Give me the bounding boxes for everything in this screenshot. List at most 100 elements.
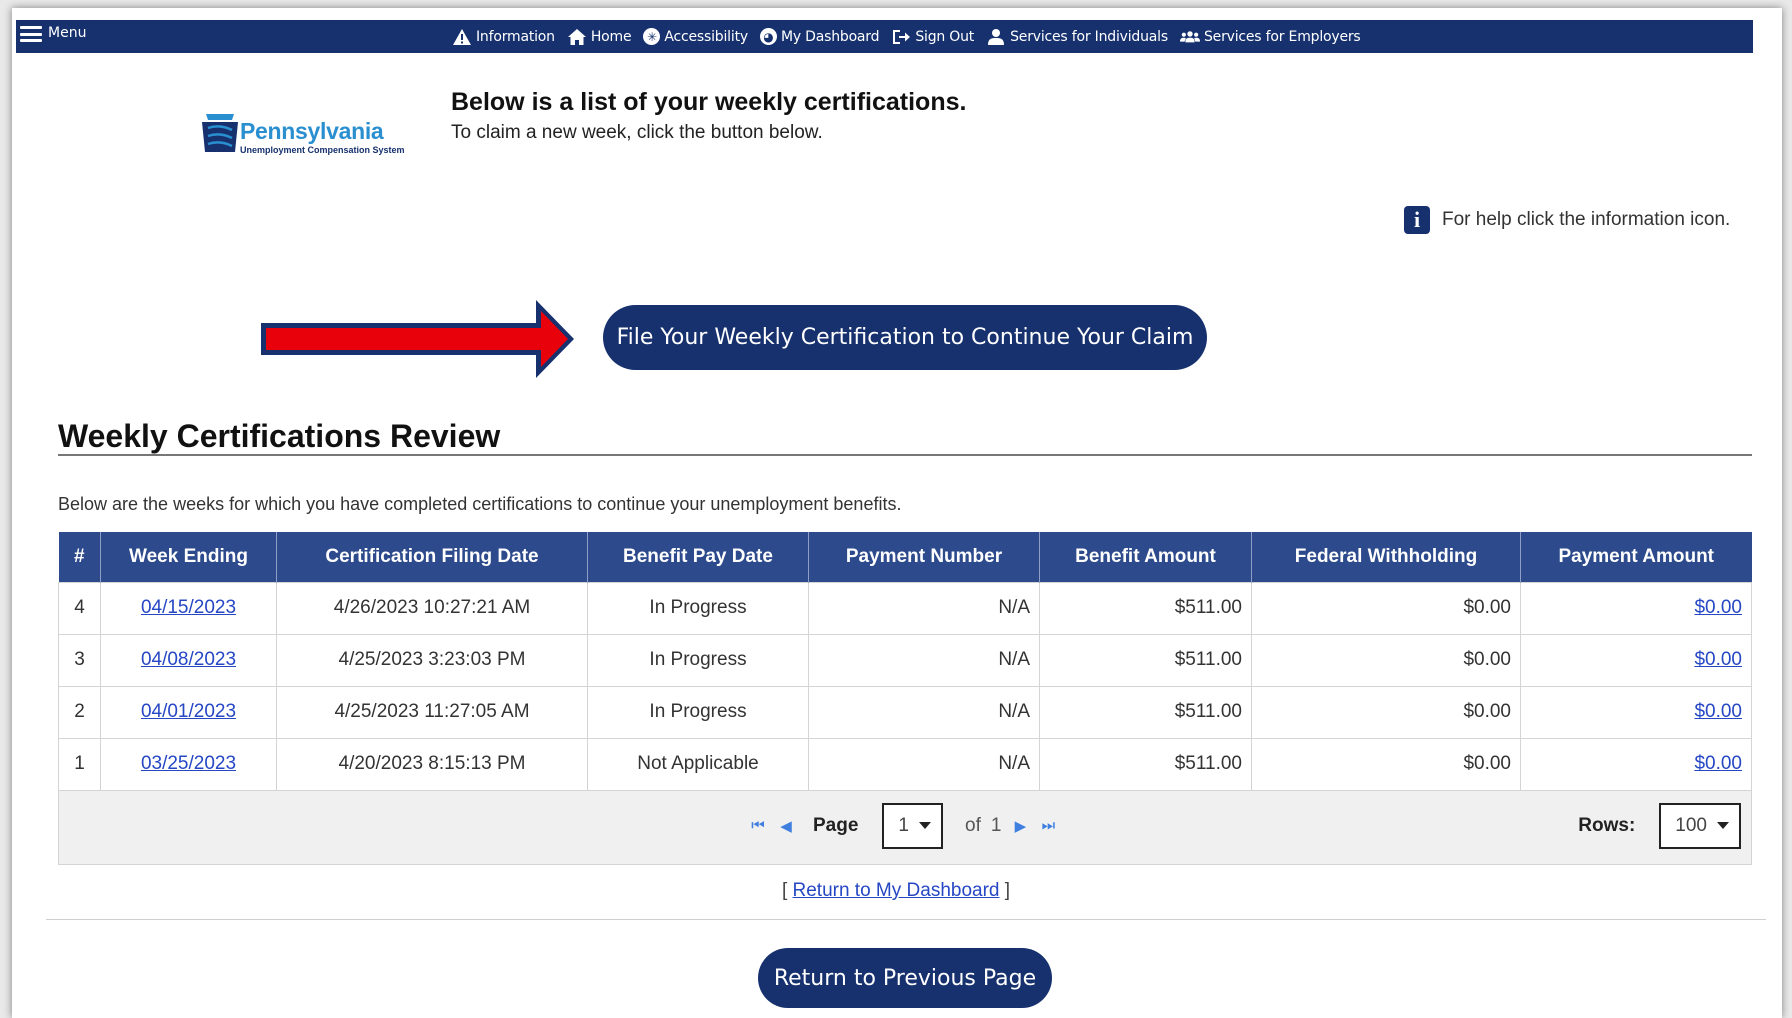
column-header[interactable]: Benefit Pay Date bbox=[587, 532, 809, 582]
pennsylvania-logo: Pennsylvania Unemployment Compensation S… bbox=[200, 108, 415, 158]
table-row: 4 04/15/2023 4/26/2023 10:27:21 AM In Pr… bbox=[58, 581, 1752, 635]
page-label: Page bbox=[813, 814, 859, 836]
keystone-logo-icon bbox=[202, 114, 238, 152]
column-header[interactable]: Week Ending bbox=[100, 532, 277, 582]
accessibility-icon: ✳ bbox=[643, 28, 661, 45]
federal-withholding-cell: $0.00 bbox=[1251, 633, 1521, 687]
menu-label: Menu bbox=[48, 25, 87, 41]
benefit-amount-cell: $511.00 bbox=[1039, 633, 1252, 687]
red-arrow-icon bbox=[261, 300, 574, 378]
nav-link-information[interactable]: Information bbox=[452, 27, 555, 47]
column-header[interactable]: # bbox=[58, 532, 101, 582]
section-divider bbox=[58, 454, 1752, 456]
table-row: 1 03/25/2023 4/20/2023 8:15:13 PM Not Ap… bbox=[58, 737, 1752, 791]
nav-link-label: Services for Employers bbox=[1203, 28, 1361, 45]
menu-button[interactable]: Menu bbox=[20, 24, 86, 44]
nav-link-label: Sign Out bbox=[915, 28, 975, 45]
payment-number-cell: N/A bbox=[808, 581, 1040, 635]
section-title: Weekly Certifications Review bbox=[58, 418, 501, 454]
intro-title: Below is a list of your weekly certifica… bbox=[451, 88, 967, 116]
page-select[interactable]: 1 bbox=[882, 802, 943, 849]
section-description: Below are the weeks for which you have c… bbox=[58, 494, 902, 514]
filing-date-cell: 4/20/2023 8:15:13 PM bbox=[276, 737, 588, 791]
benefit-amount-cell: $511.00 bbox=[1039, 685, 1252, 739]
row-number: 4 bbox=[58, 581, 101, 635]
bracket-open: [ bbox=[781, 880, 788, 901]
week-ending-link[interactable]: 04/01/2023 bbox=[141, 701, 236, 722]
rows-label: Rows: bbox=[1578, 814, 1636, 836]
payment-amount-link[interactable]: $0.00 bbox=[1694, 701, 1742, 722]
week-ending-cell: 03/25/2023 bbox=[100, 737, 277, 791]
nav-link-label: Accessibility bbox=[664, 28, 748, 45]
home-icon bbox=[567, 27, 587, 47]
top-navbar: Menu Information Home ✳ Accessibility ◕ … bbox=[16, 20, 1753, 53]
next-page-icon[interactable]: ▶ bbox=[1011, 817, 1029, 835]
return-to-dashboard-link[interactable]: Return to My Dashboard bbox=[793, 880, 1000, 901]
federal-withholding-cell: $0.00 bbox=[1251, 685, 1521, 739]
nav-link-label: Information bbox=[476, 28, 555, 45]
pay-date-cell: Not Applicable bbox=[587, 737, 809, 791]
nav-link-my-dashboard[interactable]: ◕ My Dashboard bbox=[759, 28, 880, 45]
column-header[interactable]: Payment Amount bbox=[1520, 532, 1752, 582]
payment-amount-link[interactable]: $0.00 bbox=[1694, 597, 1742, 618]
page-select-value: 1 bbox=[898, 814, 909, 836]
info-icon[interactable]: i bbox=[1404, 206, 1430, 234]
column-header[interactable]: Payment Number bbox=[808, 532, 1040, 582]
nav-link-sign-out[interactable]: Sign Out bbox=[891, 27, 974, 47]
table-header-row: # Week Ending Certification Filing Date … bbox=[58, 532, 1752, 582]
federal-withholding-cell: $0.00 bbox=[1251, 581, 1521, 635]
nav-link-services-individuals[interactable]: Services for Individuals bbox=[986, 27, 1168, 47]
warning-icon bbox=[452, 27, 472, 47]
of-label: of bbox=[965, 814, 981, 836]
last-page-icon[interactable]: ⏭ bbox=[1039, 817, 1057, 834]
column-header[interactable]: Federal Withholding bbox=[1251, 532, 1521, 582]
sign-out-icon bbox=[891, 27, 911, 47]
payment-amount-link[interactable]: $0.00 bbox=[1694, 753, 1742, 774]
week-ending-link[interactable]: 04/15/2023 bbox=[141, 597, 236, 618]
nav-link-services-employers[interactable]: Services for Employers bbox=[1179, 27, 1361, 47]
first-page-icon[interactable]: ⏮ bbox=[749, 817, 767, 834]
column-header[interactable]: Certification Filing Date bbox=[276, 532, 588, 582]
week-ending-cell: 04/08/2023 bbox=[100, 633, 277, 687]
nav-links: Information Home ✳ Accessibility ◕ My Da… bbox=[452, 20, 1361, 53]
dashboard-icon: ◕ bbox=[759, 28, 777, 45]
nav-link-accessibility[interactable]: ✳ Accessibility bbox=[643, 28, 748, 45]
certifications-table: # Week Ending Certification Filing Date … bbox=[58, 532, 1752, 865]
logo-title: Pennsylvania bbox=[240, 118, 384, 144]
pagination-controls: ⏮ ◀ Page 1 of 1 ▶ ⏭ bbox=[749, 802, 1057, 849]
federal-withholding-cell: $0.00 bbox=[1251, 737, 1521, 791]
previous-page-icon[interactable]: ◀ bbox=[777, 817, 795, 835]
user-icon bbox=[986, 27, 1006, 47]
payment-amount-cell: $0.00 bbox=[1520, 737, 1752, 791]
rows-per-page: Rows: 100 bbox=[1578, 802, 1741, 849]
nav-link-label: My Dashboard bbox=[780, 28, 880, 45]
week-ending-link[interactable]: 03/25/2023 bbox=[141, 753, 236, 774]
column-header[interactable]: Benefit Amount bbox=[1039, 532, 1252, 582]
row-number: 3 bbox=[58, 633, 101, 687]
filing-date-cell: 4/25/2023 11:27:05 AM bbox=[276, 685, 588, 739]
bracket-close: ] bbox=[1004, 880, 1011, 901]
file-weekly-certification-button[interactable]: File Your Weekly Certification to Contin… bbox=[603, 305, 1207, 370]
bottom-divider bbox=[46, 919, 1766, 920]
week-ending-link[interactable]: 04/08/2023 bbox=[141, 649, 236, 670]
filing-date-cell: 4/26/2023 10:27:21 AM bbox=[276, 581, 588, 635]
total-pages: 1 bbox=[990, 814, 1002, 836]
help-hint: i For help click the information icon. bbox=[1404, 206, 1730, 234]
help-text: For help click the information icon. bbox=[1442, 209, 1731, 230]
payment-number-cell: N/A bbox=[808, 633, 1040, 687]
filing-date-cell: 4/25/2023 3:23:03 PM bbox=[276, 633, 588, 687]
pay-date-cell: In Progress bbox=[587, 685, 809, 739]
week-ending-cell: 04/15/2023 bbox=[100, 581, 277, 635]
users-icon bbox=[1179, 27, 1200, 47]
payment-amount-link[interactable]: $0.00 bbox=[1694, 649, 1742, 670]
pay-date-cell: In Progress bbox=[587, 633, 809, 687]
rows-select[interactable]: 100 bbox=[1659, 802, 1741, 849]
benefit-amount-cell: $511.00 bbox=[1039, 737, 1252, 791]
nav-link-home[interactable]: Home bbox=[567, 27, 632, 47]
return-to-previous-page-button[interactable]: Return to Previous Page bbox=[758, 948, 1052, 1008]
benefit-amount-cell: $511.00 bbox=[1039, 581, 1252, 635]
table-pager: ⏮ ◀ Page 1 of 1 ▶ ⏭ Rows: 100 bbox=[58, 790, 1752, 865]
nav-link-label: Services for Individuals bbox=[1010, 28, 1168, 45]
payment-amount-cell: $0.00 bbox=[1520, 581, 1752, 635]
pay-date-cell: In Progress bbox=[587, 581, 809, 635]
